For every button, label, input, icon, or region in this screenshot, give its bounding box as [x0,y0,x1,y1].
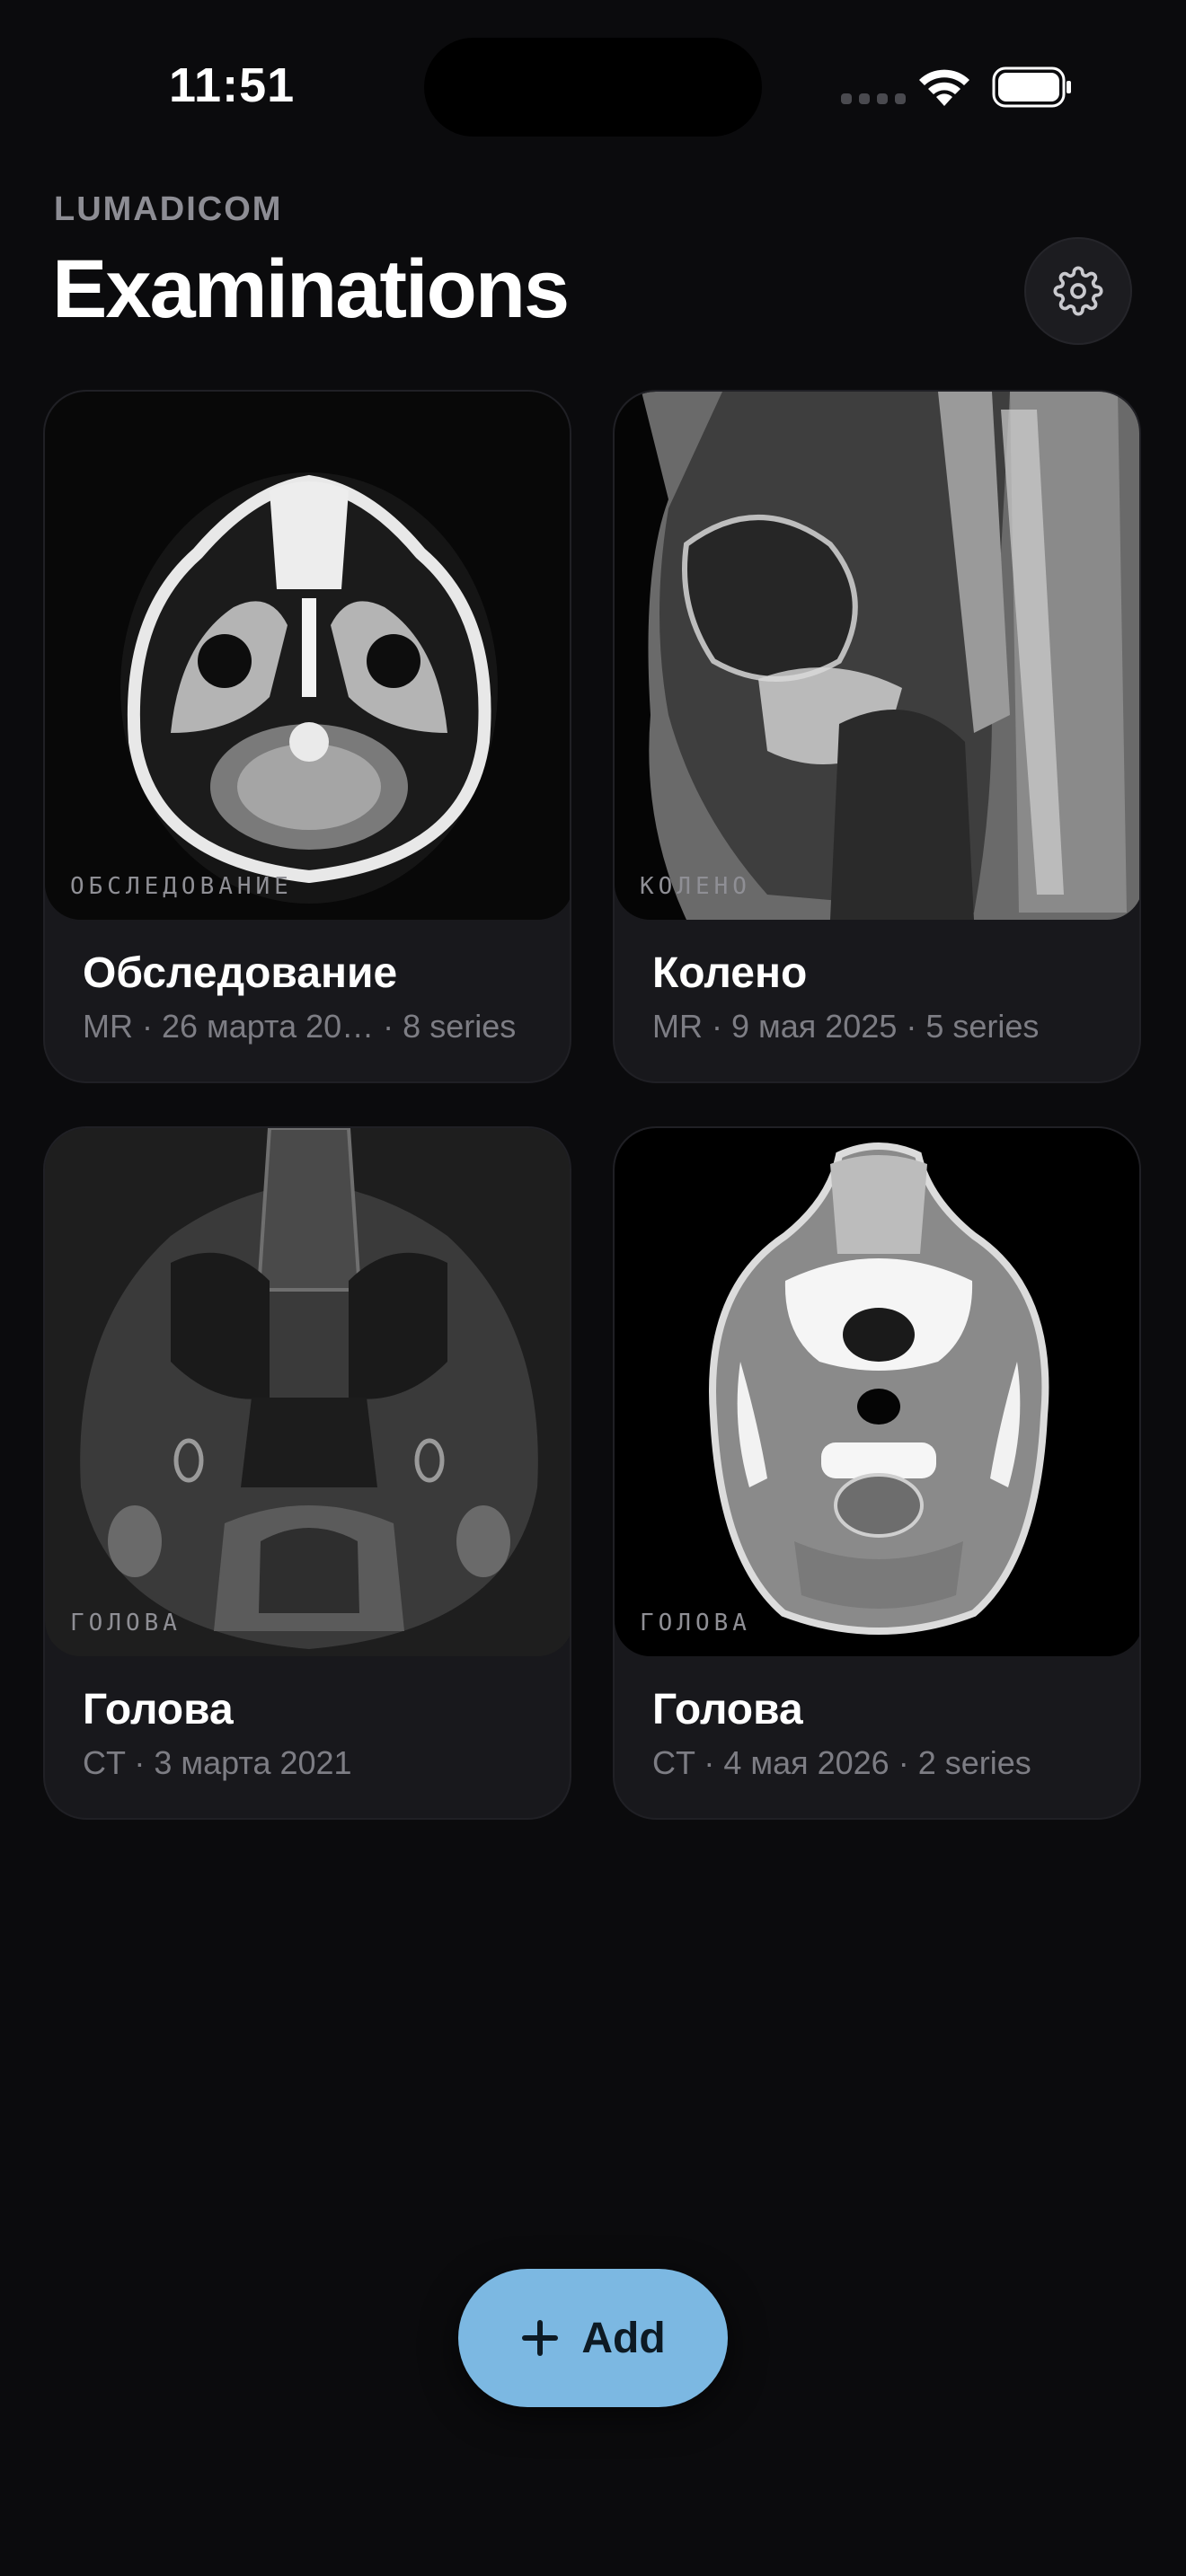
cellular-signal-icon [841,93,906,104]
exam-meta: MR · 26 марта 20… · 8 series [83,1008,517,1045]
exam-thumbnail: ГОЛОВА [45,1128,570,1656]
exam-thumbnail: ГОЛОВА [615,1128,1139,1656]
exam-tag: ОБСЛЕДОВАНИЕ [70,873,293,900]
exam-card[interactable]: ГОЛОВА Голова CT · 4 мая 2026 · 2 series [613,1126,1141,1820]
exam-thumbnail: ОБСЛЕДОВАНИЕ [45,392,570,920]
exam-meta: CT · 4 мая 2026 · 2 series [652,1744,1031,1781]
battery-icon [992,66,1071,108]
exam-title: Голова [83,1686,234,1734]
add-button[interactable]: Add [458,2269,728,2407]
exam-tag: ГОЛОВА [70,1610,181,1636]
exam-tag: ГОЛОВА [640,1610,751,1636]
exam-title: Колено [652,949,808,997]
exam-tag: КОЛЕНО [640,873,751,900]
settings-button[interactable] [1024,237,1132,345]
exam-card[interactable]: ОБСЛЕДОВАНИЕ Обследование MR · 26 марта … [43,390,571,1083]
page-title: Examinations [52,243,570,335]
status-time: 11:51 [169,58,296,112]
exam-meta: MR · 9 мая 2025 · 5 series [652,1008,1040,1045]
exam-card[interactable]: ГОЛОВА Голова CT · 3 марта 2021 [43,1126,571,1820]
dynamic-island [424,38,762,137]
exam-thumbnail: КОЛЕНО [615,392,1139,920]
exam-meta: CT · 3 марта 2021 [83,1744,352,1781]
status-bar: 11:51 [0,0,1186,162]
exam-card[interactable]: КОЛЕНО Колено MR · 9 мая 2025 · 5 series [613,390,1141,1083]
add-label: Add [581,2314,666,2362]
wifi-icon [919,69,969,106]
exam-title: Голова [652,1686,803,1734]
gear-icon [1053,266,1103,316]
app-name: LUMADICOM [54,190,283,228]
exam-title: Обследование [83,949,398,997]
plus-icon [522,2320,559,2356]
